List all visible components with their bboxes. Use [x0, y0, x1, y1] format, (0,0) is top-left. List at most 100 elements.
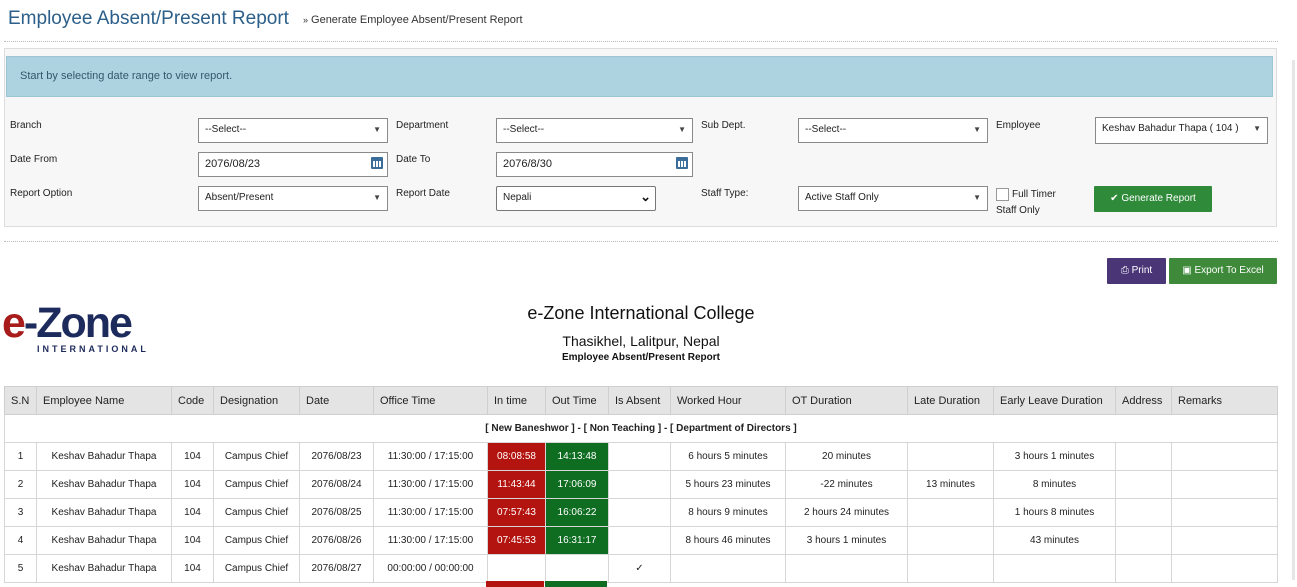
full-timer-label: Full Timer	[1012, 189, 1056, 200]
full-timer-checkbox[interactable]	[996, 188, 1009, 201]
cell-out-time: 17:06:09	[545, 470, 609, 499]
export-excel-button[interactable]: ▣ Export To Excel	[1169, 258, 1277, 284]
cell-out-time	[545, 554, 609, 583]
cell-name: Keshav Bahadur Thapa	[36, 498, 172, 527]
cell-worked	[670, 554, 786, 583]
breadcrumb: » Generate Employee Absent/Present Report	[303, 14, 523, 26]
date-to-input[interactable]: 2076/8/30	[496, 152, 693, 177]
date-from-value: 2076/08/23	[205, 158, 261, 170]
column-header: Late Duration	[907, 386, 994, 415]
cell-date: 2076/08/26	[299, 526, 374, 555]
table-row: 3 Keshav Bahadur Thapa 104 Campus Chief 2076…	[4, 498, 1278, 527]
cell-late	[907, 554, 994, 583]
cell-is-absent: ✓	[608, 554, 671, 583]
cell-ot: 3 hours 1 minutes	[785, 526, 908, 555]
cell-out-time: 14:13:48	[545, 442, 609, 471]
cell-name: Keshav Bahadur Thapa	[36, 470, 172, 499]
cell-date: 2076/08/23	[299, 442, 374, 471]
cell-late	[907, 498, 994, 527]
print-button[interactable]: ⎙ Print	[1107, 258, 1166, 284]
department-select[interactable]: --Select-- ▼	[496, 118, 693, 143]
cell-out-time: 16:31:17	[545, 526, 609, 555]
table-row: 5 Keshav Bahadur Thapa 104 Campus Chief 2076…	[4, 554, 1278, 583]
employee-select[interactable]: Keshav Bahadur Thapa ( 104 ) ▼	[1095, 117, 1268, 144]
table-row: 4 Keshav Bahadur Thapa 104 Campus Chief 2076…	[4, 526, 1278, 555]
caret-down-icon: ▼	[973, 193, 981, 202]
cell-early: 43 minutes	[993, 526, 1116, 555]
calendar-icon[interactable]	[676, 157, 688, 169]
out-time-cell-partial	[545, 581, 607, 587]
chevron-down-icon: ⌄	[640, 189, 651, 204]
report-date-label: Report Date	[396, 188, 450, 199]
cell-office-time: 00:00:00 / 00:00:00	[373, 554, 488, 583]
in-time-cell-partial	[486, 581, 544, 587]
org-name: e-Zone International College	[527, 303, 755, 323]
report-option-value: Absent/Present	[205, 192, 274, 203]
print-label: Print	[1131, 265, 1153, 276]
cell-sn: 4	[4, 526, 37, 555]
cell-name: Keshav Bahadur Thapa	[36, 442, 172, 471]
column-header: Employee Name	[36, 386, 172, 415]
cell-office-time: 11:30:00 / 17:15:00	[373, 442, 488, 471]
cell-is-absent	[608, 470, 671, 499]
page-header: Employee Absent/Present Report » Generate…	[8, 6, 1276, 36]
cell-designation: Campus Chief	[213, 554, 300, 583]
printer-icon: ⎙	[1120, 265, 1129, 276]
date-from-input[interactable]: 2076/08/23	[198, 152, 388, 177]
cell-early: 1 hours 8 minutes	[993, 498, 1116, 527]
cell-designation: Campus Chief	[213, 498, 300, 527]
header-divider	[4, 41, 1278, 42]
report-option-label: Report Option	[10, 188, 73, 199]
cell-in-time: 08:08:58	[487, 442, 546, 471]
report-option-select[interactable]: Absent/Present ▼	[198, 186, 388, 211]
cell-in-time	[487, 554, 546, 583]
caret-down-icon: ▼	[973, 125, 981, 134]
cell-name: Keshav Bahadur Thapa	[36, 526, 172, 555]
generate-report-button[interactable]: ✔ Generate Report	[1094, 186, 1212, 212]
generate-report-label: Generate Report	[1121, 193, 1196, 204]
column-header: Office Time	[373, 386, 488, 415]
cell-ot	[785, 554, 908, 583]
column-header: Address	[1115, 386, 1172, 415]
org-address: Thasikhel, Lalitpur, Nepal	[562, 333, 720, 349]
column-header: Early Leave Duration	[993, 386, 1116, 415]
employee-select-value: Keshav Bahadur Thapa ( 104 )	[1102, 123, 1239, 134]
subdept-label: Sub Dept.	[701, 120, 746, 131]
cell-remarks	[1171, 470, 1278, 499]
breadcrumb-current[interactable]: Generate Employee Absent/Present Report	[311, 14, 523, 26]
cell-address	[1115, 442, 1172, 471]
staff-only-label: Staff Only	[996, 205, 1040, 216]
cell-late	[907, 442, 994, 471]
staff-type-select[interactable]: Active Staff Only ▼	[798, 186, 988, 211]
cell-is-absent	[608, 526, 671, 555]
column-header: S.N	[4, 386, 37, 415]
cell-address	[1115, 470, 1172, 499]
calendar-icon[interactable]	[371, 157, 383, 169]
cell-in-time: 11:43:44	[487, 470, 546, 499]
table-row: 2 Keshav Bahadur Thapa 104 Campus Chief 2076…	[4, 470, 1278, 499]
date-from-label: Date From	[10, 154, 58, 165]
cell-sn: 2	[4, 470, 37, 499]
cell-early: 3 hours 1 minutes	[993, 442, 1116, 471]
staff-type-value: Active Staff Only	[805, 192, 879, 203]
cell-worked: 5 hours 23 minutes	[670, 470, 786, 499]
report-table: S.N Employee Name Code Designation Date Offic…	[4, 386, 1278, 583]
column-header: Code	[171, 386, 214, 415]
cell-name: Keshav Bahadur Thapa	[36, 554, 172, 583]
cell-out-time: 16:06:22	[545, 498, 609, 527]
group-row: [ New Baneshwor ] - [ Non Teaching ] - […	[4, 414, 1278, 443]
branch-select[interactable]: --Select-- ▼	[198, 118, 388, 143]
vertical-scrollbar[interactable]	[1292, 60, 1295, 580]
department-label: Department	[396, 120, 449, 131]
column-header: Remarks	[1171, 386, 1278, 415]
cell-in-time: 07:45:53	[487, 526, 546, 555]
cell-remarks	[1171, 498, 1278, 527]
subdept-select[interactable]: --Select-- ▼	[798, 118, 988, 143]
cell-sn: 3	[4, 498, 37, 527]
cell-code: 104	[171, 442, 214, 471]
info-alert: Start by selecting date range to view re…	[6, 56, 1273, 97]
branch-select-value: --Select--	[205, 124, 247, 135]
page-title: Employee Absent/Present Report	[8, 8, 289, 29]
cell-office-time: 11:30:00 / 17:15:00	[373, 526, 488, 555]
report-date-select[interactable]: Nepali ⌄	[496, 186, 656, 211]
